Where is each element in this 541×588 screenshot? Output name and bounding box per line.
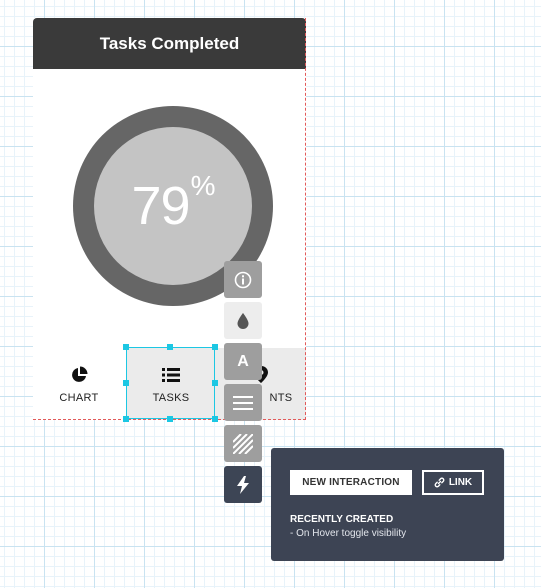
widget-title: Tasks Completed — [33, 18, 306, 69]
resize-handle-w[interactable] — [123, 380, 129, 386]
lines-icon — [233, 395, 253, 410]
pattern-button[interactable] — [224, 425, 262, 462]
selection-box[interactable] — [126, 347, 215, 419]
resize-handle-nw[interactable] — [123, 344, 129, 350]
new-interaction-button[interactable]: NEW INTERACTION — [290, 470, 412, 495]
link-button[interactable]: LINK — [422, 470, 484, 495]
resize-handle-ne[interactable] — [212, 344, 218, 350]
info-icon — [234, 271, 252, 288]
link-icon — [434, 477, 445, 488]
info-button[interactable] — [224, 261, 262, 298]
tab-chart-label: CHART — [59, 392, 99, 404]
text-icon: A — [237, 352, 249, 370]
hatch-pattern-icon — [233, 433, 253, 454]
fill-color-button[interactable] — [224, 302, 262, 339]
interactions-popup: NEW INTERACTION LINK RECENTLY CREATED - … — [271, 448, 504, 561]
border-button[interactable] — [224, 384, 262, 421]
recent-interaction-item[interactable]: - On Hover toggle visibility — [290, 528, 406, 539]
link-button-label: LINK — [448, 477, 473, 488]
lightning-icon — [237, 475, 249, 494]
tab-chart[interactable]: CHART — [33, 348, 125, 420]
resize-handle-n[interactable] — [167, 344, 173, 350]
resize-handle-sw[interactable] — [123, 416, 129, 422]
percent-sign: % — [190, 170, 216, 201]
resize-handle-se[interactable] — [212, 416, 218, 422]
text-button[interactable]: A — [224, 343, 262, 380]
recently-created-heading: RECENTLY CREATED — [290, 514, 394, 525]
resize-handle-s[interactable] — [167, 416, 173, 422]
percent-value: 79 — [131, 176, 191, 236]
interactions-button[interactable] — [224, 466, 262, 503]
color-drop-icon — [237, 312, 249, 329]
pie-chart-icon — [33, 362, 125, 388]
resize-handle-e[interactable] — [212, 380, 218, 386]
